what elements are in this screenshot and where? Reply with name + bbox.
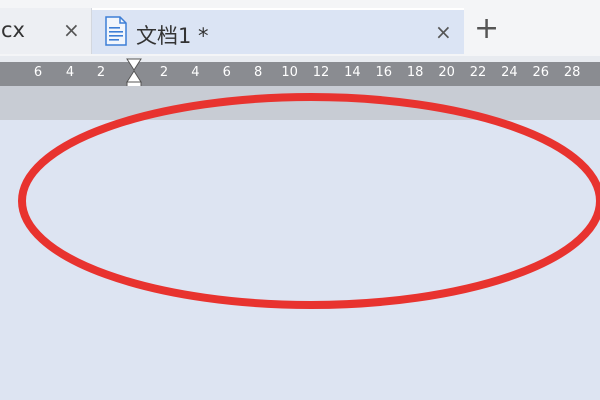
tab-label: 文档1 * [136,24,209,48]
ruler-number: 2 [159,65,169,80]
ruler-shadow-area [0,86,600,120]
ruler-number: 4 [65,65,75,80]
tab-previous-document[interactable]: cx × [0,8,92,54]
tab-document1[interactable]: 文档1 * × [92,8,464,54]
tab-label: cx [1,18,25,42]
ruler-number: 28 [563,65,581,80]
add-tab-icon[interactable]: + [474,14,499,44]
document-icon [105,16,127,46]
ruler-number: 10 [281,65,298,80]
ruler-number: 20 [438,65,455,80]
document-page[interactable] [0,120,600,400]
ruler-number: 22 [469,65,487,80]
ruler-number: 26 [532,65,550,80]
ruler-number: 8 [254,65,263,80]
horizontal-ruler[interactable]: 6422468101214161820222426283 [0,62,600,86]
ruler-number: 14 [344,65,361,80]
ruler-number: 18 [406,65,424,80]
ruler-number: 24 [501,65,518,80]
close-icon[interactable]: × [63,20,80,40]
ruler-number: 3 [592,65,600,80]
tab-bar: cx × 文档1 * × + [0,0,600,56]
close-icon[interactable]: × [435,22,452,42]
ruler-number: 16 [375,65,393,80]
ruler-number: 6 [222,65,231,80]
ruler-number: 4 [191,65,200,80]
ruler-number: 6 [33,65,43,80]
ruler-number: 2 [96,65,106,80]
ruler-number: 12 [312,65,330,80]
